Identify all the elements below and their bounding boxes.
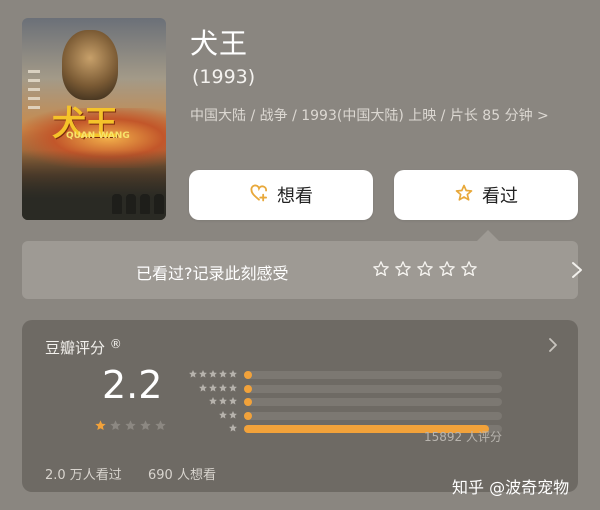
want-button[interactable]: 想看 — [189, 170, 373, 220]
star-small-icon — [219, 370, 227, 378]
distribution-bar — [244, 384, 252, 393]
star-small-icon — [209, 383, 217, 391]
row-stars — [198, 383, 238, 393]
wanted-count: 690 人想看 — [148, 468, 216, 483]
distribution-bar — [244, 411, 252, 420]
star-small-icon — [219, 397, 227, 405]
star-empty-icon — [139, 417, 152, 436]
star-small-icon — [209, 370, 217, 378]
distribution-track — [244, 371, 502, 379]
distribution-bar — [244, 398, 252, 406]
seen-button-label: 看过 — [482, 186, 518, 207]
star-outline-icon[interactable] — [416, 260, 434, 282]
star-outline-icon[interactable] — [460, 260, 478, 282]
watermark: 知乎 @波奇宠物 — [452, 478, 570, 497]
chevron-right-icon[interactable] — [548, 338, 558, 352]
star-filled-icon — [94, 417, 107, 436]
star-small-icon — [229, 410, 237, 418]
star-small-icon — [219, 383, 227, 391]
star-outline-icon[interactable] — [438, 260, 456, 282]
rating-score: 2.2 — [102, 363, 163, 407]
distribution-track — [244, 384, 502, 393]
star-small-icon — [219, 410, 227, 418]
distribution-bar — [244, 371, 252, 379]
star-empty-icon — [154, 417, 167, 436]
row-stars — [188, 369, 238, 379]
record-bar-pointer — [477, 230, 499, 241]
registered-mark: ® — [109, 337, 122, 351]
distribution-row — [186, 368, 506, 382]
star-empty-icon — [124, 417, 137, 436]
movie-meta[interactable]: 中国大陆 / 战争 / 1993(中国大陆) 上映 / 片长 85 分钟 > — [190, 106, 570, 127]
distribution-track — [244, 398, 502, 406]
star-small-icon — [189, 370, 197, 378]
record-prompt: 已看过?记录此刻感受 — [136, 264, 289, 283]
record-feeling-bar[interactable]: 已看过?记录此刻感受 — [22, 241, 582, 299]
distribution-row — [186, 395, 506, 409]
movie-poster[interactable]: 犬王 QUAN WANG — [22, 18, 166, 220]
seen-button[interactable]: 看过 — [394, 170, 578, 220]
star-outline-icon[interactable] — [372, 260, 390, 282]
star-small-icon — [229, 370, 237, 378]
chevron-right-icon[interactable] — [570, 261, 584, 279]
row-stars — [208, 396, 238, 406]
rating-count: 15892 人评分 — [424, 430, 502, 444]
poster-soldiers — [22, 150, 166, 220]
poster-logo-sub: QUAN WANG — [66, 131, 130, 141]
star-small-icon — [229, 397, 237, 405]
row-stars — [228, 423, 238, 433]
star-outline-icon — [454, 183, 474, 208]
douban-rating-card[interactable]: 豆瓣评分 ® 2.2 15892 人评分 2.0 万人看过 690 人想看 — [22, 320, 578, 492]
star-small-icon — [229, 424, 237, 432]
distribution-row — [186, 409, 506, 423]
poster-dog — [62, 30, 118, 100]
star-small-icon — [209, 397, 217, 405]
star-empty-icon — [109, 417, 122, 436]
row-stars — [218, 410, 238, 420]
movie-year: (1993) — [192, 66, 256, 88]
rating-stars — [94, 417, 167, 436]
rating-label-text: 豆瓣评分 — [45, 339, 106, 357]
rating-distribution — [186, 368, 506, 436]
rating-label: 豆瓣评分 ® — [45, 337, 122, 358]
want-button-label: 想看 — [277, 186, 313, 207]
distribution-track — [244, 411, 502, 420]
record-stars[interactable] — [372, 260, 478, 282]
star-small-icon — [229, 383, 237, 391]
star-small-icon — [199, 370, 207, 378]
heart-plus-icon — [249, 183, 269, 208]
star-outline-icon[interactable] — [394, 260, 412, 282]
watched-count: 2.0 万人看过 — [45, 468, 122, 483]
movie-title: 犬王 — [190, 27, 249, 60]
star-small-icon — [199, 383, 207, 391]
distribution-row — [186, 382, 506, 396]
